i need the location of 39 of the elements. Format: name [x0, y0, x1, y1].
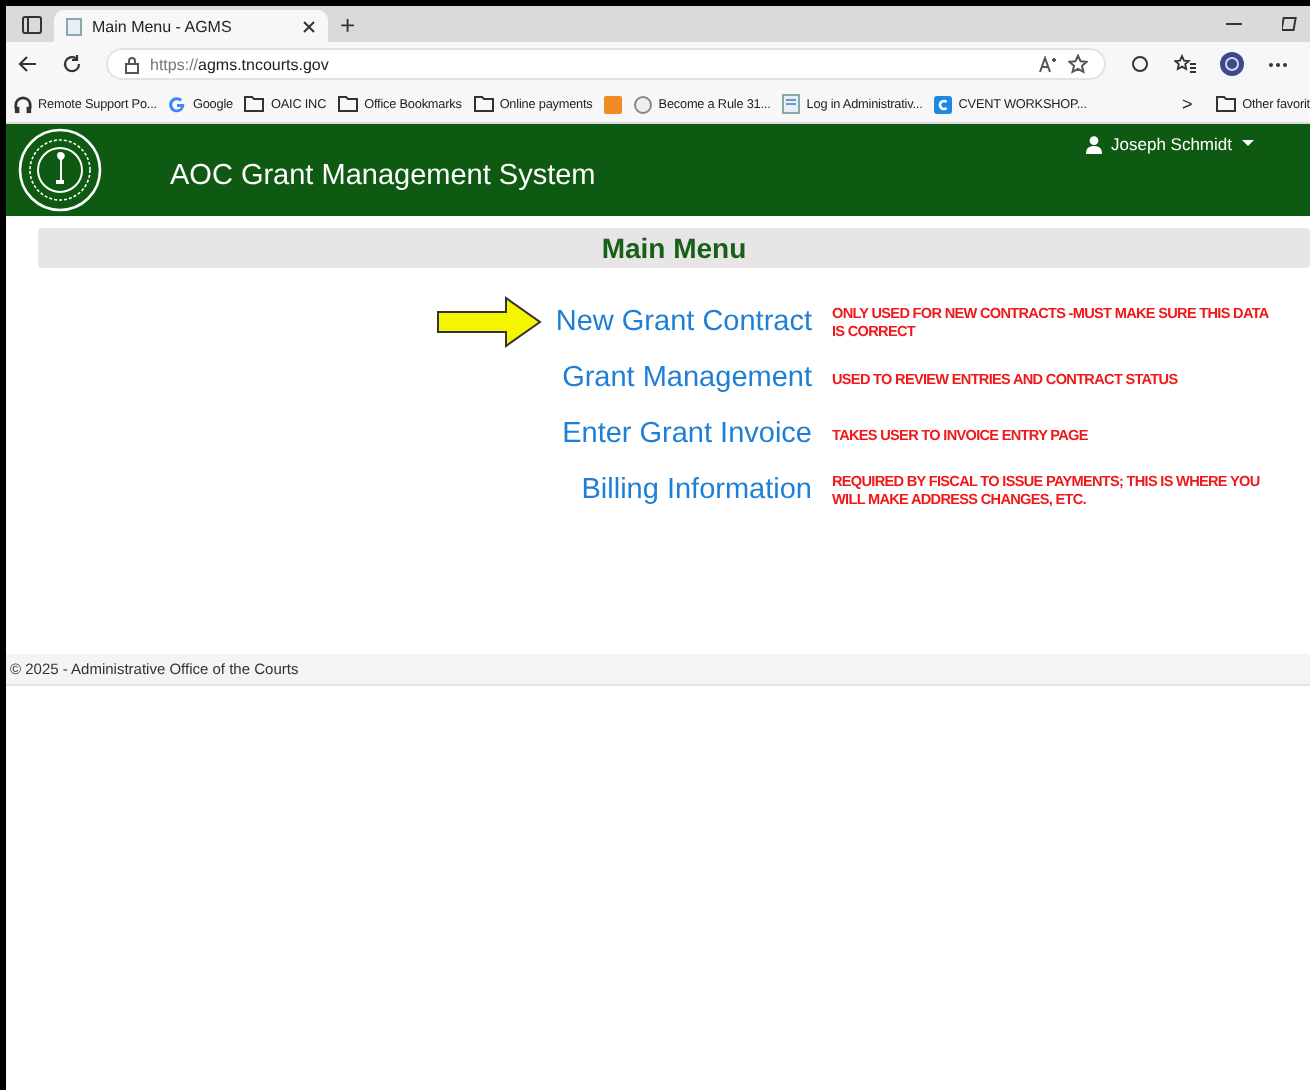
caret-icon: [1242, 140, 1254, 148]
user-icon: [1085, 135, 1102, 153]
tab-title: Main Menu - AGMS: [92, 17, 234, 35]
lock-icon: [124, 55, 140, 73]
more-icon[interactable]: [1268, 61, 1288, 67]
app-title: AOC Grant Management System: [170, 160, 596, 192]
circle-icon: [634, 95, 653, 113]
page-heading: Main Menu: [38, 228, 1310, 268]
headset-icon: [14, 95, 32, 113]
new-tab-button[interactable]: +: [340, 9, 356, 39]
menu-link[interactable]: Enter Grant Invoice: [562, 418, 812, 450]
page-icon: [66, 17, 82, 35]
star-icon[interactable]: [1068, 54, 1088, 74]
back-icon[interactable]: [18, 54, 38, 74]
folder-icon: [338, 96, 359, 112]
browser-tab[interactable]: Main Menu - AGMS: [54, 10, 328, 42]
profile-icon[interactable]: [1220, 52, 1244, 76]
url-text: https://agms.tncourts.gov: [150, 55, 329, 73]
restore-icon[interactable]: [1282, 16, 1298, 32]
bookmark-icon: [604, 95, 623, 113]
arrow-icon: [436, 296, 544, 348]
square-c-icon: [934, 95, 953, 113]
user-menu[interactable]: Joseph Schmidt: [1085, 134, 1254, 154]
sync-icon[interactable]: [1130, 54, 1150, 74]
menu-link[interactable]: Grant Management: [562, 362, 812, 394]
refresh-icon[interactable]: [62, 54, 82, 74]
close-icon[interactable]: [302, 19, 316, 33]
tab-actions-icon[interactable]: [22, 15, 42, 33]
address-bar[interactable]: https://agms.tncourts.gov: [106, 48, 1106, 80]
favorites-icon[interactable]: [1174, 54, 1196, 74]
folder-icon: [1216, 96, 1237, 112]
folder-icon: [244, 96, 265, 112]
page-icon: [782, 94, 801, 114]
menu-link[interactable]: New Grant Contract: [555, 306, 812, 338]
google-icon: [168, 95, 187, 113]
menu-link[interactable]: Billing Information: [581, 474, 812, 506]
read-aloud-icon[interactable]: [1038, 55, 1058, 73]
more-bookmarks-button[interactable]: >: [1181, 94, 1193, 114]
folder-icon: [473, 96, 494, 112]
